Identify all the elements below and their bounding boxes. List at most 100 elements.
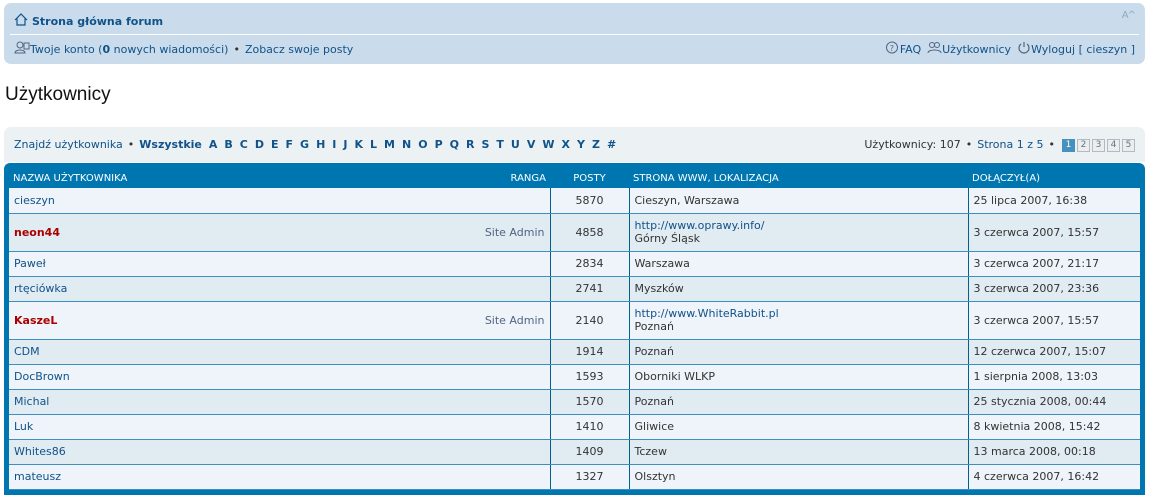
letter-link[interactable]: K xyxy=(354,138,363,151)
username-link[interactable]: Paweł xyxy=(14,257,46,270)
username-link[interactable]: Luk xyxy=(14,420,33,433)
www-location-cell: Gliwice xyxy=(629,414,969,440)
joined-date: 3 czerwca 2007, 21:17 xyxy=(968,251,1140,277)
letter-link[interactable]: L xyxy=(370,138,377,151)
letter-link[interactable]: R xyxy=(466,138,474,151)
posts-count-link[interactable]: 1914 xyxy=(576,345,604,358)
username-cell: neon44 Site Admin xyxy=(9,213,551,252)
letter-link[interactable]: X xyxy=(562,138,570,151)
faq-link[interactable]: FAQ xyxy=(900,43,921,56)
page-button[interactable]: 2 xyxy=(1077,139,1090,152)
header-username[interactable]: NAZWA UŻYTKOWNIKA xyxy=(13,173,127,184)
letter-link[interactable]: V xyxy=(527,138,536,151)
new-messages-count: 0 xyxy=(102,42,111,56)
letter-link[interactable]: J xyxy=(343,138,347,151)
website-link[interactable]: http://www.WhiteRabbit.pl xyxy=(635,307,963,320)
username-link[interactable]: KaszeL xyxy=(14,314,57,327)
letter-link[interactable]: W xyxy=(542,138,554,151)
letter-link[interactable]: S xyxy=(481,138,489,151)
table-header-row: NAZWA UŻYTKOWNIKA RANGA POSTY STRONA WWW… xyxy=(9,168,1140,188)
letter-link[interactable]: M xyxy=(384,138,395,151)
posts-count-link[interactable]: 1327 xyxy=(576,470,604,483)
website-link[interactable]: http://www.oprawy.info/ xyxy=(635,219,963,232)
letter-link[interactable]: O xyxy=(418,138,427,151)
joined-date: 3 czerwca 2007, 15:57 xyxy=(968,301,1140,340)
members-link[interactable]: Użytkownicy xyxy=(942,43,1011,56)
header-joined[interactable]: DOŁĄCZYŁ(A) xyxy=(968,168,1140,188)
page-button[interactable]: 4 xyxy=(1107,139,1120,152)
page-button[interactable]: 5 xyxy=(1122,139,1135,152)
forum-home-link[interactable]: Strona główna forum xyxy=(32,15,163,28)
location-text: Gliwice xyxy=(634,420,675,433)
posts-count-link[interactable]: 1409 xyxy=(576,445,604,458)
letter-link[interactable]: T xyxy=(496,138,504,151)
username-link[interactable]: Michal xyxy=(14,395,49,408)
posts-count-link[interactable]: 1593 xyxy=(576,370,604,383)
header-www[interactable]: STRONA WWW, LOKALIZACJA xyxy=(629,168,968,188)
page-button[interactable]: 1 xyxy=(1062,139,1075,152)
account-link[interactable]: Twoje konto (0 nowych wiadomości) xyxy=(30,43,228,56)
username-link[interactable]: mateusz xyxy=(14,470,61,483)
page-button[interactable]: 3 xyxy=(1092,139,1105,152)
www-location-cell: Poznań xyxy=(629,339,969,365)
www-location-cell: http://www.oprawy.info/Górny Śląsk xyxy=(629,213,969,252)
posts-cell: 1327 xyxy=(550,464,630,490)
posts-count-link[interactable]: 2834 xyxy=(576,257,604,270)
members-table-body: cieszyn 5870 Cieszyn, Warszawa 25 lipca 200… xyxy=(9,188,1140,490)
bullet-separator: • xyxy=(233,42,240,56)
posts-cell: 1914 xyxy=(550,339,630,365)
letter-link[interactable]: # xyxy=(607,138,616,151)
www-location-cell: Oborniki WLKP xyxy=(629,364,969,390)
logout-link[interactable]: Wyloguj [ cieszyn ] xyxy=(1031,43,1135,56)
header-rank[interactable]: RANGA xyxy=(511,173,546,184)
find-member-link[interactable]: Znajdź użytkownika xyxy=(14,138,123,151)
letter-link[interactable]: C xyxy=(240,138,248,151)
posts-count-link[interactable]: 1570 xyxy=(576,395,604,408)
username-link[interactable]: cieszyn xyxy=(14,194,55,207)
letter-link[interactable]: P xyxy=(435,138,443,151)
letter-link[interactable]: Q xyxy=(450,138,459,151)
posts-count-link[interactable]: 1410 xyxy=(576,420,604,433)
rank-label: Site Admin xyxy=(484,225,545,239)
filter-all-link[interactable]: Wszystkie xyxy=(139,138,202,151)
navbar-account-row: Twoje konto (0 nowych wiadomości) • Zoba… xyxy=(14,41,353,57)
posts-count-link[interactable]: 2140 xyxy=(576,314,604,327)
letter-link[interactable]: D xyxy=(255,138,264,151)
letter-link[interactable]: B xyxy=(224,138,232,151)
table-row: Paweł 2834 Warszawa 3 czerwca 2007, 21:17 xyxy=(9,251,1140,277)
header-posts[interactable]: POSTY xyxy=(550,168,629,188)
posts-count-link[interactable]: 5870 xyxy=(576,194,604,207)
bullet-separator: • xyxy=(1048,138,1056,151)
letter-link[interactable]: E xyxy=(271,138,279,151)
letter-link[interactable]: Y xyxy=(577,138,585,151)
location-text: Tczew xyxy=(634,445,667,458)
letter-link[interactable]: A xyxy=(209,138,218,151)
navbar-links-right: ? FAQ Użytkownicy Wyloguj [ cieszyn ] xyxy=(885,41,1135,57)
home-icon[interactable] xyxy=(14,13,28,29)
username-link[interactable]: neon44 xyxy=(14,226,60,239)
table-row: mateusz 1327 Olsztyn 4 czerwca 2007, 16:42 xyxy=(9,464,1140,490)
letter-link[interactable]: I xyxy=(332,138,336,151)
header-username-rank[interactable]: NAZWA UŻYTKOWNIKA RANGA xyxy=(9,168,550,188)
page-info-link[interactable]: Strona 1 z 5 xyxy=(977,138,1043,151)
joined-date: 3 czerwca 2007, 15:57 xyxy=(968,213,1140,252)
username-link[interactable]: rtęciówka xyxy=(14,282,67,295)
location-text: Cieszyn, Warszawa xyxy=(634,193,740,207)
table-row: Luk 1410 Gliwice 8 kwietnia 2008, 15:42 xyxy=(9,414,1140,440)
letter-link[interactable]: N xyxy=(402,138,411,151)
table-row: Michal 1570 Poznań 25 stycznia 2008, 00:44 xyxy=(9,389,1140,415)
page-title: Użytkownicy xyxy=(5,84,111,105)
letter-link[interactable]: H xyxy=(316,138,325,151)
members-table: NAZWA UŻYTKOWNIKA RANGA POSTY STRONA WWW… xyxy=(9,168,1140,490)
font-resize-icon[interactable]: A^ xyxy=(1122,10,1136,21)
posts-count-link[interactable]: 4858 xyxy=(576,226,604,239)
username-link[interactable]: Whites86 xyxy=(14,445,66,458)
letter-link[interactable]: U xyxy=(511,138,520,151)
view-own-posts-link[interactable]: Zobacz swoje posty xyxy=(245,43,353,56)
letter-link[interactable]: F xyxy=(286,138,294,151)
username-link[interactable]: DocBrown xyxy=(14,370,70,383)
username-link[interactable]: CDM xyxy=(14,345,40,358)
posts-count-link[interactable]: 2741 xyxy=(576,282,604,295)
letter-link[interactable]: G xyxy=(300,138,309,151)
letter-link[interactable]: Z xyxy=(592,138,600,151)
